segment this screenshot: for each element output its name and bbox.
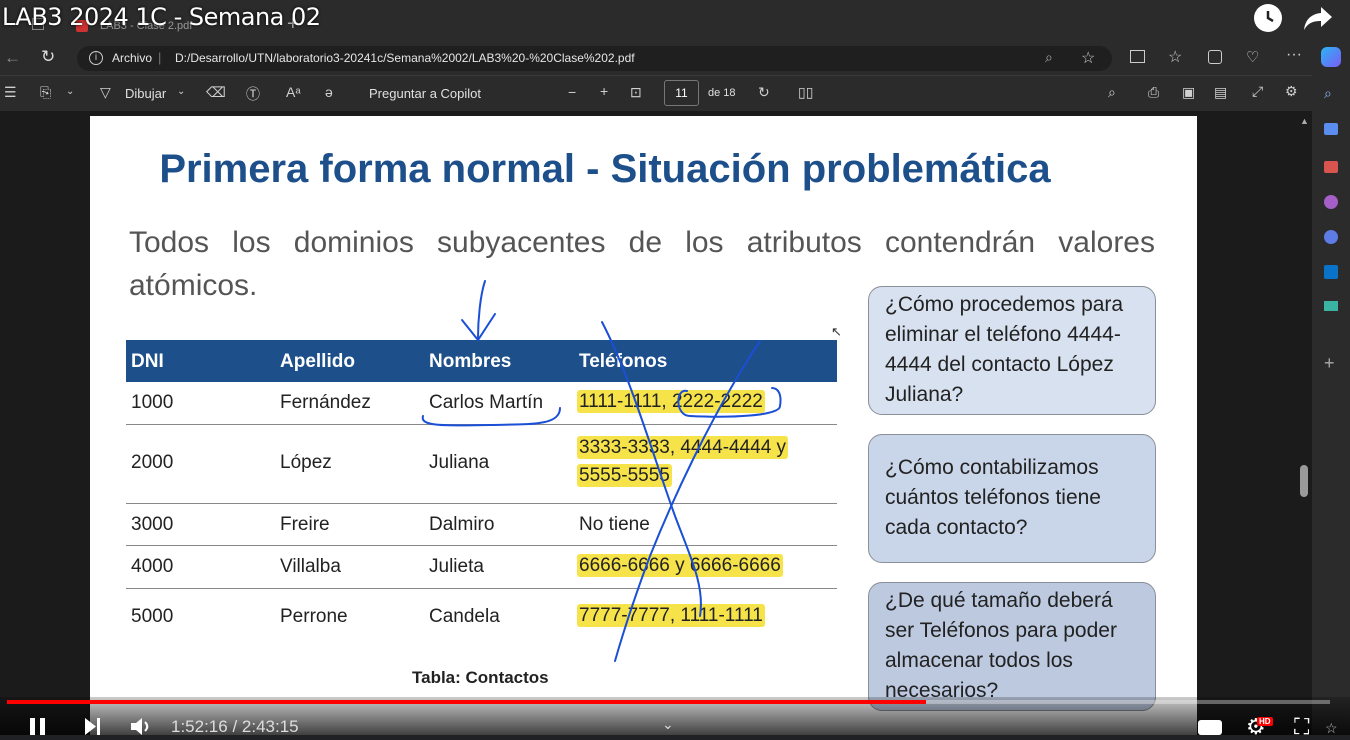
save-icon[interactable]: ▣ <box>1182 84 1195 101</box>
video-title[interactable]: LAB3 2024 1C - Semana 02 <box>2 3 321 31</box>
ask-copilot-button[interactable]: Preguntar a Copilot <box>369 86 481 101</box>
sidebar-add-icon[interactable]: + <box>1324 353 1335 374</box>
volume-icon[interactable] <box>130 718 152 740</box>
draw-button[interactable]: Dibujar <box>125 86 166 101</box>
edge-sidebar: ⌕ + <box>1312 75 1350 735</box>
page-view-icon[interactable]: ▯▯ <box>798 84 813 101</box>
more-menu-icon[interactable]: ··· <box>1286 46 1302 64</box>
expand-corner-icon[interactable]: ☆ <box>1325 720 1338 737</box>
fullscreen-icon[interactable]: ⤢ <box>1252 83 1263 100</box>
fullscreen-icon[interactable]: ⛶ <box>1294 714 1309 740</box>
text-box-icon[interactable]: Ⓣ <box>246 84 260 104</box>
highlight-icon[interactable]: ⎘ <box>40 84 51 101</box>
contents-icon[interactable]: ☰ <box>4 84 17 101</box>
mouse-cursor-icon: ↖ <box>831 324 842 339</box>
heart-monitor-icon[interactable]: ♡ <box>1246 48 1259 66</box>
sidebar-search-icon[interactable]: ⌕ <box>1324 85 1332 102</box>
pause-icon[interactable] <box>28 718 48 740</box>
scrollbar-thumb[interactable] <box>1300 465 1308 497</box>
address-separator: | <box>158 50 162 65</box>
progress-fill <box>7 700 927 704</box>
rotate-icon[interactable]: ↻ <box>758 84 770 101</box>
current-time: 1:52:16 <box>171 717 228 736</box>
page-number-input[interactable]: 11 <box>664 80 699 106</box>
watch-later-icon[interactable] <box>1254 4 1282 32</box>
sidebar-outlook-icon[interactable] <box>1324 265 1338 279</box>
read-aloud-icon[interactable]: Aᵃ <box>286 84 301 100</box>
zoom-out-button[interactable]: − <box>568 84 576 100</box>
info-icon[interactable]: i <box>89 51 103 65</box>
zoom-in-button[interactable]: + <box>600 83 608 99</box>
pdf-page: Primera forma normal - Situación problem… <box>90 116 1197 735</box>
chevron-down-icon[interactable]: ⌄ <box>66 86 74 97</box>
sidebar-games-icon[interactable] <box>1324 195 1338 209</box>
eraser-icon[interactable]: ⌫ <box>206 84 226 101</box>
chevron-down-icon[interactable]: ⌄ <box>177 86 185 97</box>
zoom-icon[interactable]: ⌕ <box>1045 49 1053 66</box>
settings-gear-icon[interactable]: ⚙ <box>1285 83 1298 100</box>
fit-page-icon[interactable]: ⊡ <box>630 84 642 101</box>
time-display: 1:52:16 / 2:43:15 <box>171 717 299 737</box>
sidebar-tag-icon[interactable] <box>1324 123 1338 135</box>
favorite-star-icon[interactable]: ☆ <box>1081 48 1095 68</box>
time-separator: / <box>227 717 242 736</box>
sidebar-drop-icon[interactable] <box>1324 301 1338 311</box>
address-source-label: Archivo <box>112 51 153 65</box>
sidebar-tools-icon[interactable] <box>1324 161 1338 173</box>
sidebar-copilot-icon[interactable] <box>1324 230 1338 244</box>
page-total: de 18 <box>708 87 736 99</box>
total-time: 2:43:15 <box>241 717 299 736</box>
refresh-icon[interactable]: ↻ <box>41 47 55 67</box>
save-as-icon[interactable]: ▤ <box>1214 84 1227 101</box>
print-icon[interactable]: ⎙ <box>1148 84 1159 101</box>
progress-bar[interactable] <box>7 700 1330 704</box>
next-icon[interactable] <box>83 718 103 740</box>
scroll-up-icon[interactable]: ▲ <box>1300 116 1309 126</box>
ink-underline-nombres <box>421 407 561 427</box>
ink-cross-line-1 <box>601 321 702 617</box>
search-icon[interactable]: ⌕ <box>1108 84 1116 101</box>
copilot-icon[interactable] <box>1321 47 1341 67</box>
split-screen-icon[interactable] <box>1130 50 1145 63</box>
handwritten-annotations <box>421 280 782 662</box>
draw-icon[interactable]: ▽ <box>100 84 111 101</box>
share-icon[interactable] <box>1303 4 1333 37</box>
chevron-down-icon[interactable]: ⌄ <box>662 716 674 733</box>
back-icon[interactable]: ← <box>4 48 21 68</box>
favorites-icon[interactable]: ☆ <box>1168 47 1182 67</box>
subtitles-icon[interactable] <box>1198 720 1222 735</box>
hd-badge: HD <box>1257 717 1273 726</box>
address-url[interactable]: D:/Desarrollo/UTN/laboratorio3-20241c/Se… <box>175 51 635 65</box>
address-bar[interactable]: i Archivo | D:/Desarrollo/UTN/laboratori… <box>77 46 1112 71</box>
translate-icon[interactable]: ə <box>325 84 333 100</box>
collections-icon[interactable] <box>1208 50 1222 64</box>
ink-cross-line-2 <box>614 340 761 662</box>
